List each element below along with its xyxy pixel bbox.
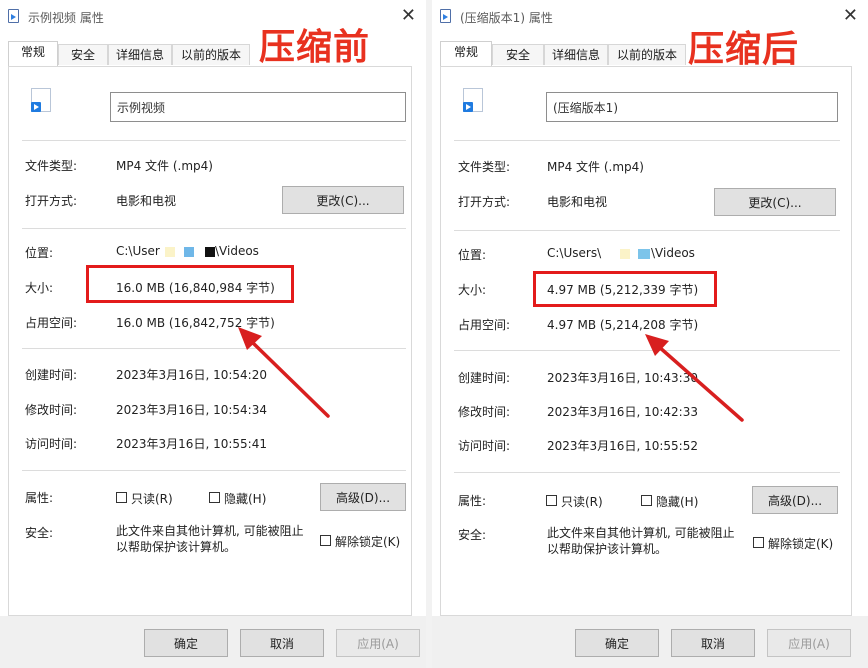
properties-window-before: 示例视频 属性 ✕ 常规 安全 详细信息 以前的版本 文件类型: MP4 文件 … — [0, 0, 426, 668]
arrow-icon — [645, 334, 744, 422]
properties-window-after: (压缩版本1) 属性 ✕ 常规 安全 详细信息 以前的版本 文件类型: MP4 … — [432, 0, 868, 668]
arrow-icon — [238, 327, 330, 418]
